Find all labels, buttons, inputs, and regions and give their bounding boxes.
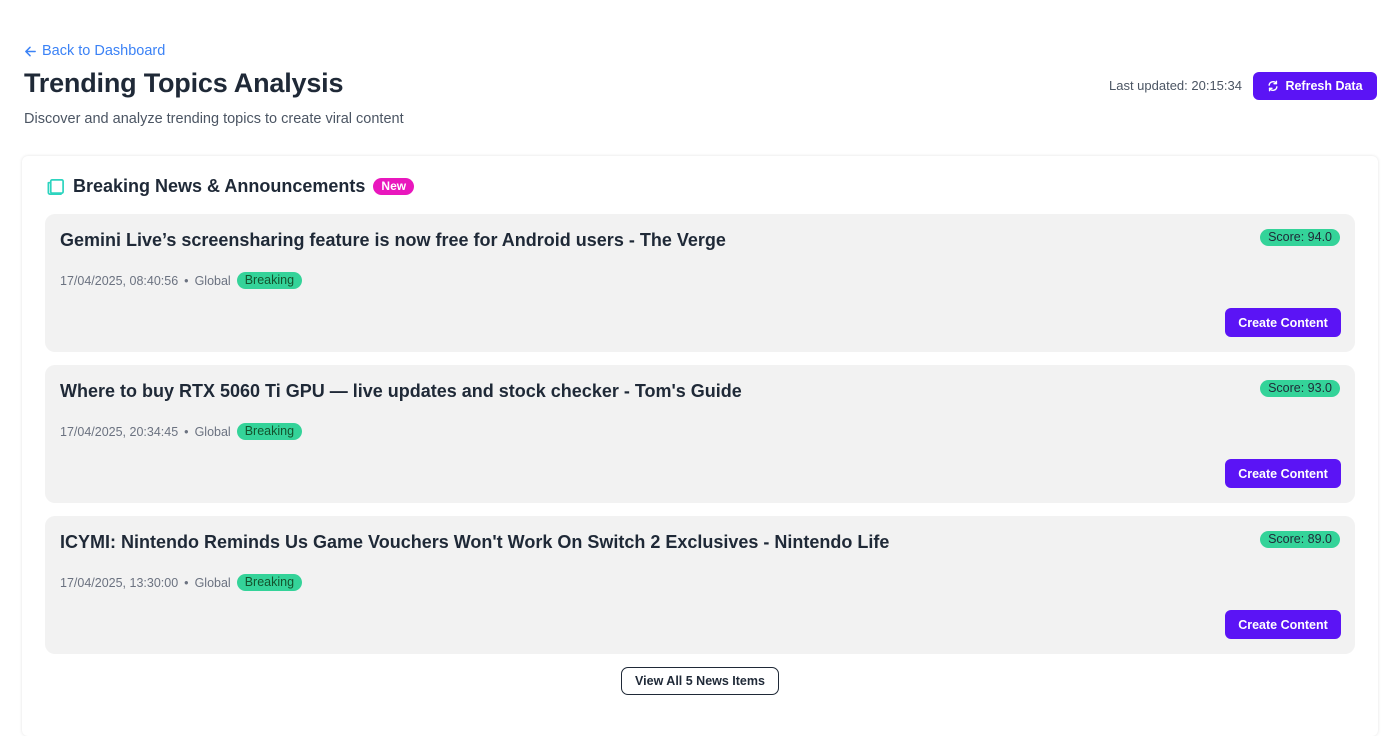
- news-item-region: Global: [194, 424, 231, 439]
- meta-separator: •: [184, 575, 189, 590]
- create-content-button[interactable]: Create Content: [1225, 308, 1341, 337]
- section-header: Breaking News & Announcements New: [46, 176, 415, 197]
- meta-separator: •: [184, 424, 189, 439]
- news-item-meta: 17/04/2025, 13:30:00 • Global Breaking: [60, 574, 303, 591]
- news-icon: [47, 178, 64, 195]
- breaking-tag: Breaking: [236, 272, 303, 289]
- news-item-title: Gemini Live’s screensharing feature is n…: [60, 230, 726, 250]
- score-badge: Score: 93.0: [1260, 380, 1340, 397]
- score-badge: Score: 94.0: [1260, 229, 1340, 246]
- news-item: Where to buy RTX 5060 Ti GPU — live upda…: [45, 365, 1355, 503]
- news-item-region: Global: [194, 575, 231, 590]
- arrow-left-icon: [25, 46, 36, 56]
- news-item-meta: 17/04/2025, 20:34:45 • Global Breaking: [60, 423, 303, 440]
- page-title: Trending Topics Analysis: [24, 68, 344, 98]
- news-item-region: Global: [194, 273, 231, 288]
- last-updated-text: Last updated: 20:15:34: [1108, 78, 1242, 93]
- news-item-date: 17/04/2025, 08:40:56: [60, 273, 179, 288]
- section-title: Breaking News & Announcements: [73, 176, 366, 196]
- news-item-meta: 17/04/2025, 08:40:56 • Global Breaking: [60, 272, 303, 289]
- meta-separator: •: [184, 273, 189, 288]
- refresh-icon: [1268, 80, 1278, 92]
- news-item-date: 17/04/2025, 13:30:00: [60, 575, 179, 590]
- view-all-news-button[interactable]: View All 5 News Items: [621, 667, 779, 695]
- score-badge: Score: 89.0: [1260, 531, 1340, 548]
- news-item: Gemini Live’s screensharing feature is n…: [45, 214, 1355, 352]
- breaking-tag: Breaking: [236, 423, 303, 440]
- page-subtitle: Discover and analyze trending topics to …: [24, 111, 404, 127]
- breaking-tag: Breaking: [236, 574, 303, 591]
- news-item: ICYMI: Nintendo Reminds Us Game Vouchers…: [45, 516, 1355, 654]
- back-to-dashboard-link[interactable]: Back to Dashboard: [24, 43, 165, 59]
- create-content-button[interactable]: Create Content: [1225, 459, 1341, 488]
- refresh-data-label: Refresh Data: [1285, 79, 1363, 93]
- breaking-news-card: Breaking News & Announcements New Gemini…: [22, 156, 1378, 736]
- refresh-data-button[interactable]: Refresh Data: [1253, 72, 1377, 100]
- back-link-label: Back to Dashboard: [42, 43, 166, 59]
- create-content-button[interactable]: Create Content: [1225, 610, 1341, 639]
- news-item-title: ICYMI: Nintendo Reminds Us Game Vouchers…: [60, 532, 890, 552]
- news-item-date: 17/04/2025, 20:34:45: [60, 424, 179, 439]
- news-item-title: Where to buy RTX 5060 Ti GPU — live upda…: [60, 381, 742, 401]
- new-badge: New: [373, 178, 415, 195]
